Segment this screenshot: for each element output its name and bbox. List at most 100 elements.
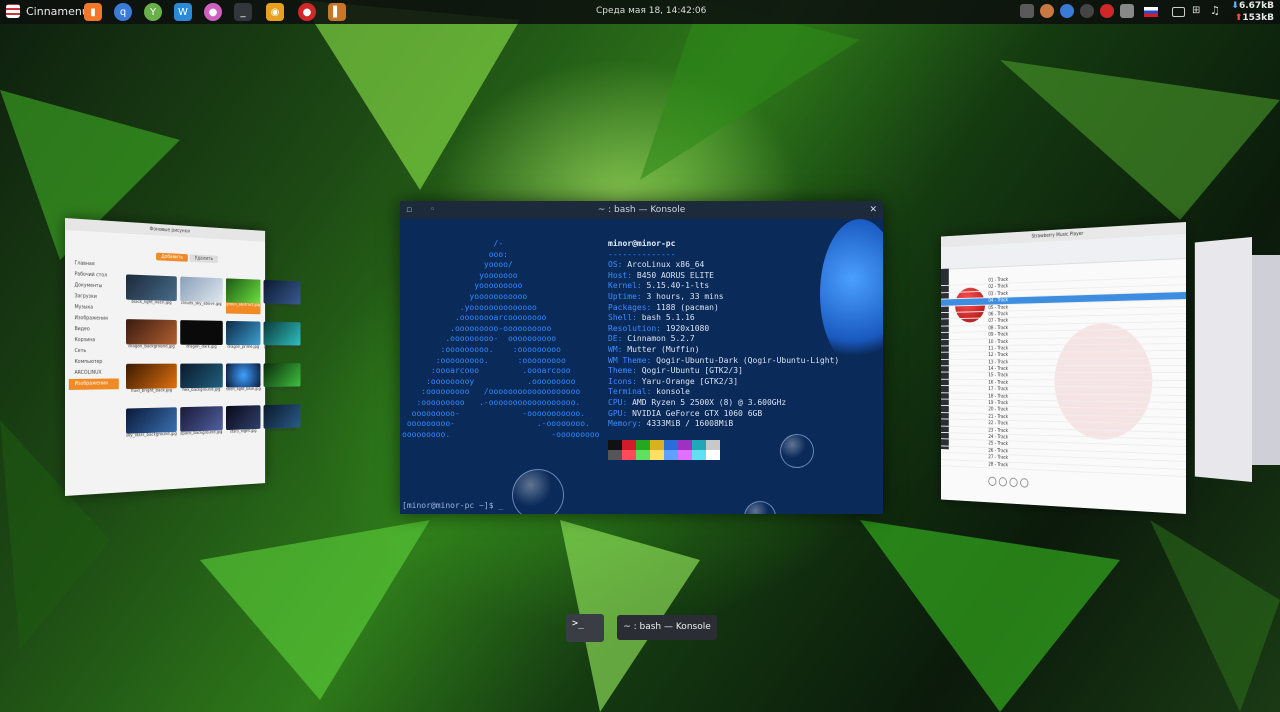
fm-tabs: Добавить Удалить — [156, 253, 218, 264]
music-player-window[interactable]: Strawberry Music Player 01 - Track 02 - T… — [941, 222, 1186, 514]
konsole-window[interactable]: ▫ ◦ ~ : bash — Konsole ✕ /- ooo: yoooo/ … — [400, 201, 883, 514]
display-icon[interactable] — [1172, 7, 1185, 17]
info-value: konsole — [656, 387, 690, 396]
switcher-terminal-icon[interactable]: >_ — [566, 614, 604, 642]
strawberry-icon[interactable]: ● — [298, 3, 316, 21]
close-icon[interactable]: ✕ — [869, 201, 877, 219]
file-manager-window[interactable]: Фоновые рисунки Добавить Удалить Главная… — [65, 218, 265, 496]
sidebar-item[interactable]: Компьютер — [69, 357, 119, 368]
updates-icon[interactable] — [1120, 4, 1134, 18]
thumbnail[interactable]: space_background.jpg — [180, 406, 222, 443]
info-line: Memory: 4333MiB / 16008MiB — [608, 419, 839, 430]
pin-icon[interactable]: ◦ — [430, 201, 435, 219]
info-value: ArcoLinux x86_64 — [627, 260, 704, 269]
info-value: 1188 (pacman) — [656, 303, 719, 312]
thumbnail[interactable]: hex_background.jpg — [180, 363, 222, 399]
terminal-icon[interactable]: _ — [234, 3, 252, 21]
palette-swatch — [650, 440, 664, 450]
media-icon[interactable]: ● — [204, 3, 222, 21]
prev-icon[interactable] — [988, 477, 996, 487]
info-key: DE — [608, 334, 618, 343]
fm-thumb-grid: black_light_neon.jpg clouds_sky_above.jp… — [126, 274, 260, 445]
background-window[interactable] — [1252, 255, 1280, 465]
sidebar-item[interactable]: Изображения — [69, 313, 119, 325]
thumbnail[interactable]: dragon_background.jpg — [126, 319, 177, 356]
info-lines: OS: ArcoLinux x86_64 Host: B450 AORUS ELI… — [608, 260, 839, 430]
arcolinux-ascii-logo: /- ooo: yoooo/ yooooooo yooooooooo yoooo… — [402, 239, 599, 440]
prompt[interactable]: [minor@minor-pc ~]$ _ — [402, 501, 503, 512]
info-value: 5.15.40-1-lts — [647, 281, 710, 290]
app-icon[interactable]: Y — [144, 3, 162, 21]
terminal-area[interactable]: /- ooo: yoooo/ yooooooo yooooooooo yoooo… — [400, 219, 883, 514]
shield-icon[interactable] — [1020, 4, 1034, 18]
thumbnail[interactable]: space_blue.jpg — [264, 404, 301, 439]
top-panel: Cinnamenu ▮ q Y W ● _ ◉ ● ▌ Среда мая 18… — [0, 0, 1280, 24]
sidebar-item[interactable]: Сеть — [69, 346, 119, 357]
info-key: Theme — [608, 366, 632, 375]
info-line: Theme: Qogir-Ubuntu [GTK2/3] — [608, 366, 839, 377]
next-icon[interactable] — [1020, 478, 1028, 488]
info-value: NVIDIA GeForce GTX 1060 6GB — [632, 409, 762, 418]
info-line: Resolution: 1920x1080 — [608, 324, 839, 335]
switcher-label[interactable]: ~ : bash — Konsole — [617, 615, 717, 640]
thumbnail[interactable]: sky_stars_background.jpg — [126, 407, 177, 445]
thumbnail[interactable]: dragon_prime.jpg — [226, 321, 261, 356]
clock[interactable]: Среда мая 18, 14:42:06 — [596, 6, 706, 16]
info-line: OS: ArcoLinux x86_64 — [608, 260, 839, 271]
info-key: CPU — [608, 398, 622, 407]
fm-tab-remove[interactable]: Удалить — [190, 254, 218, 263]
stop-icon[interactable] — [1009, 478, 1017, 488]
info-value: 4333MiB / 16008MiB — [647, 419, 734, 428]
thumbnail[interactable]: dark_neon_sky.jpg — [264, 280, 301, 315]
book-icon[interactable]: ▌ — [328, 3, 346, 21]
palette-swatch — [692, 450, 706, 460]
palette-swatch — [636, 440, 650, 450]
palette-swatch — [678, 440, 692, 450]
sync-icon[interactable] — [1080, 4, 1094, 18]
thumbnail[interactable]: dragon_dark.jpg — [180, 320, 222, 356]
play-icon[interactable] — [999, 477, 1007, 487]
playlist: 01 - Track 02 - Track 03 - Track 04 - Track… — [941, 270, 1186, 477]
qbittorrent-tray-icon[interactable] — [1060, 4, 1074, 18]
konsole-titlebar: ▫ ◦ ~ : bash — Konsole ✕ — [400, 201, 883, 219]
thumbnail[interactable]: pattern_green.jpg — [264, 363, 301, 398]
palette-swatch — [636, 450, 650, 460]
bubble — [744, 501, 776, 514]
thumbnail[interactable]: fluid_bright_back.jpg — [126, 364, 177, 401]
menu-button[interactable]: Cinnamenu — [6, 4, 89, 18]
palette-swatch — [706, 450, 720, 460]
thumbnail-selected[interactable]: green_abstract.jpg — [226, 278, 261, 314]
konsole-title: ~ : bash — Konsole — [598, 205, 686, 215]
palette-swatch — [692, 440, 706, 450]
sidebar-item[interactable]: Корзина — [69, 335, 119, 346]
background-window[interactable] — [1195, 237, 1252, 482]
window-menu-icon[interactable]: ▫ — [406, 201, 412, 219]
thumbnail[interactable]: glow_background.jpg — [264, 322, 301, 357]
info-line: WM: Mutter (Muffin) — [608, 345, 839, 356]
info-line: Shell: bash 5.1.16 — [608, 313, 839, 324]
sound-icon[interactable]: ♫ — [1210, 4, 1224, 18]
sidebar-item[interactable]: ARCOLINUX — [69, 368, 119, 379]
thumbnail[interactable]: neon_light_blue.jpg — [226, 363, 261, 398]
info-key: OS — [608, 260, 618, 269]
sidebar-item-selected[interactable]: Изображения — [69, 378, 119, 389]
thumbnail[interactable]: stars_night.jpg — [226, 405, 261, 441]
palette-swatch — [678, 450, 692, 460]
camera-icon[interactable]: ◉ — [266, 3, 284, 21]
keyboard-layout-icon[interactable] — [1144, 7, 1158, 17]
fm-tab-add[interactable]: Добавить — [156, 253, 188, 262]
strawberry-tray-icon[interactable] — [1100, 4, 1114, 18]
info-line: WM Theme: Qogir-Ubuntu-Dark (Qogir-Ubunt… — [608, 356, 839, 367]
thumbnail[interactable]: black_light_neon.jpg — [126, 274, 177, 312]
sidebar-item[interactable]: Видео — [69, 324, 119, 335]
thumbnail[interactable]: clouds_sky_above.jpg — [180, 277, 222, 314]
qbittorrent-icon[interactable]: q — [114, 3, 132, 21]
info-value: AMD Ryzen 5 2500X (8) @ 3.600GHz — [632, 398, 786, 407]
files-icon[interactable]: ▮ — [84, 3, 102, 21]
kwrite-icon[interactable]: W — [174, 3, 192, 21]
weather-icon[interactable] — [1040, 4, 1054, 18]
info-value: 1920x1080 — [666, 324, 709, 333]
network-icon[interactable]: ⊞ — [1192, 5, 1206, 19]
info-value: Mutter (Muffin) — [627, 345, 699, 354]
info-key: Kernel — [608, 281, 637, 290]
